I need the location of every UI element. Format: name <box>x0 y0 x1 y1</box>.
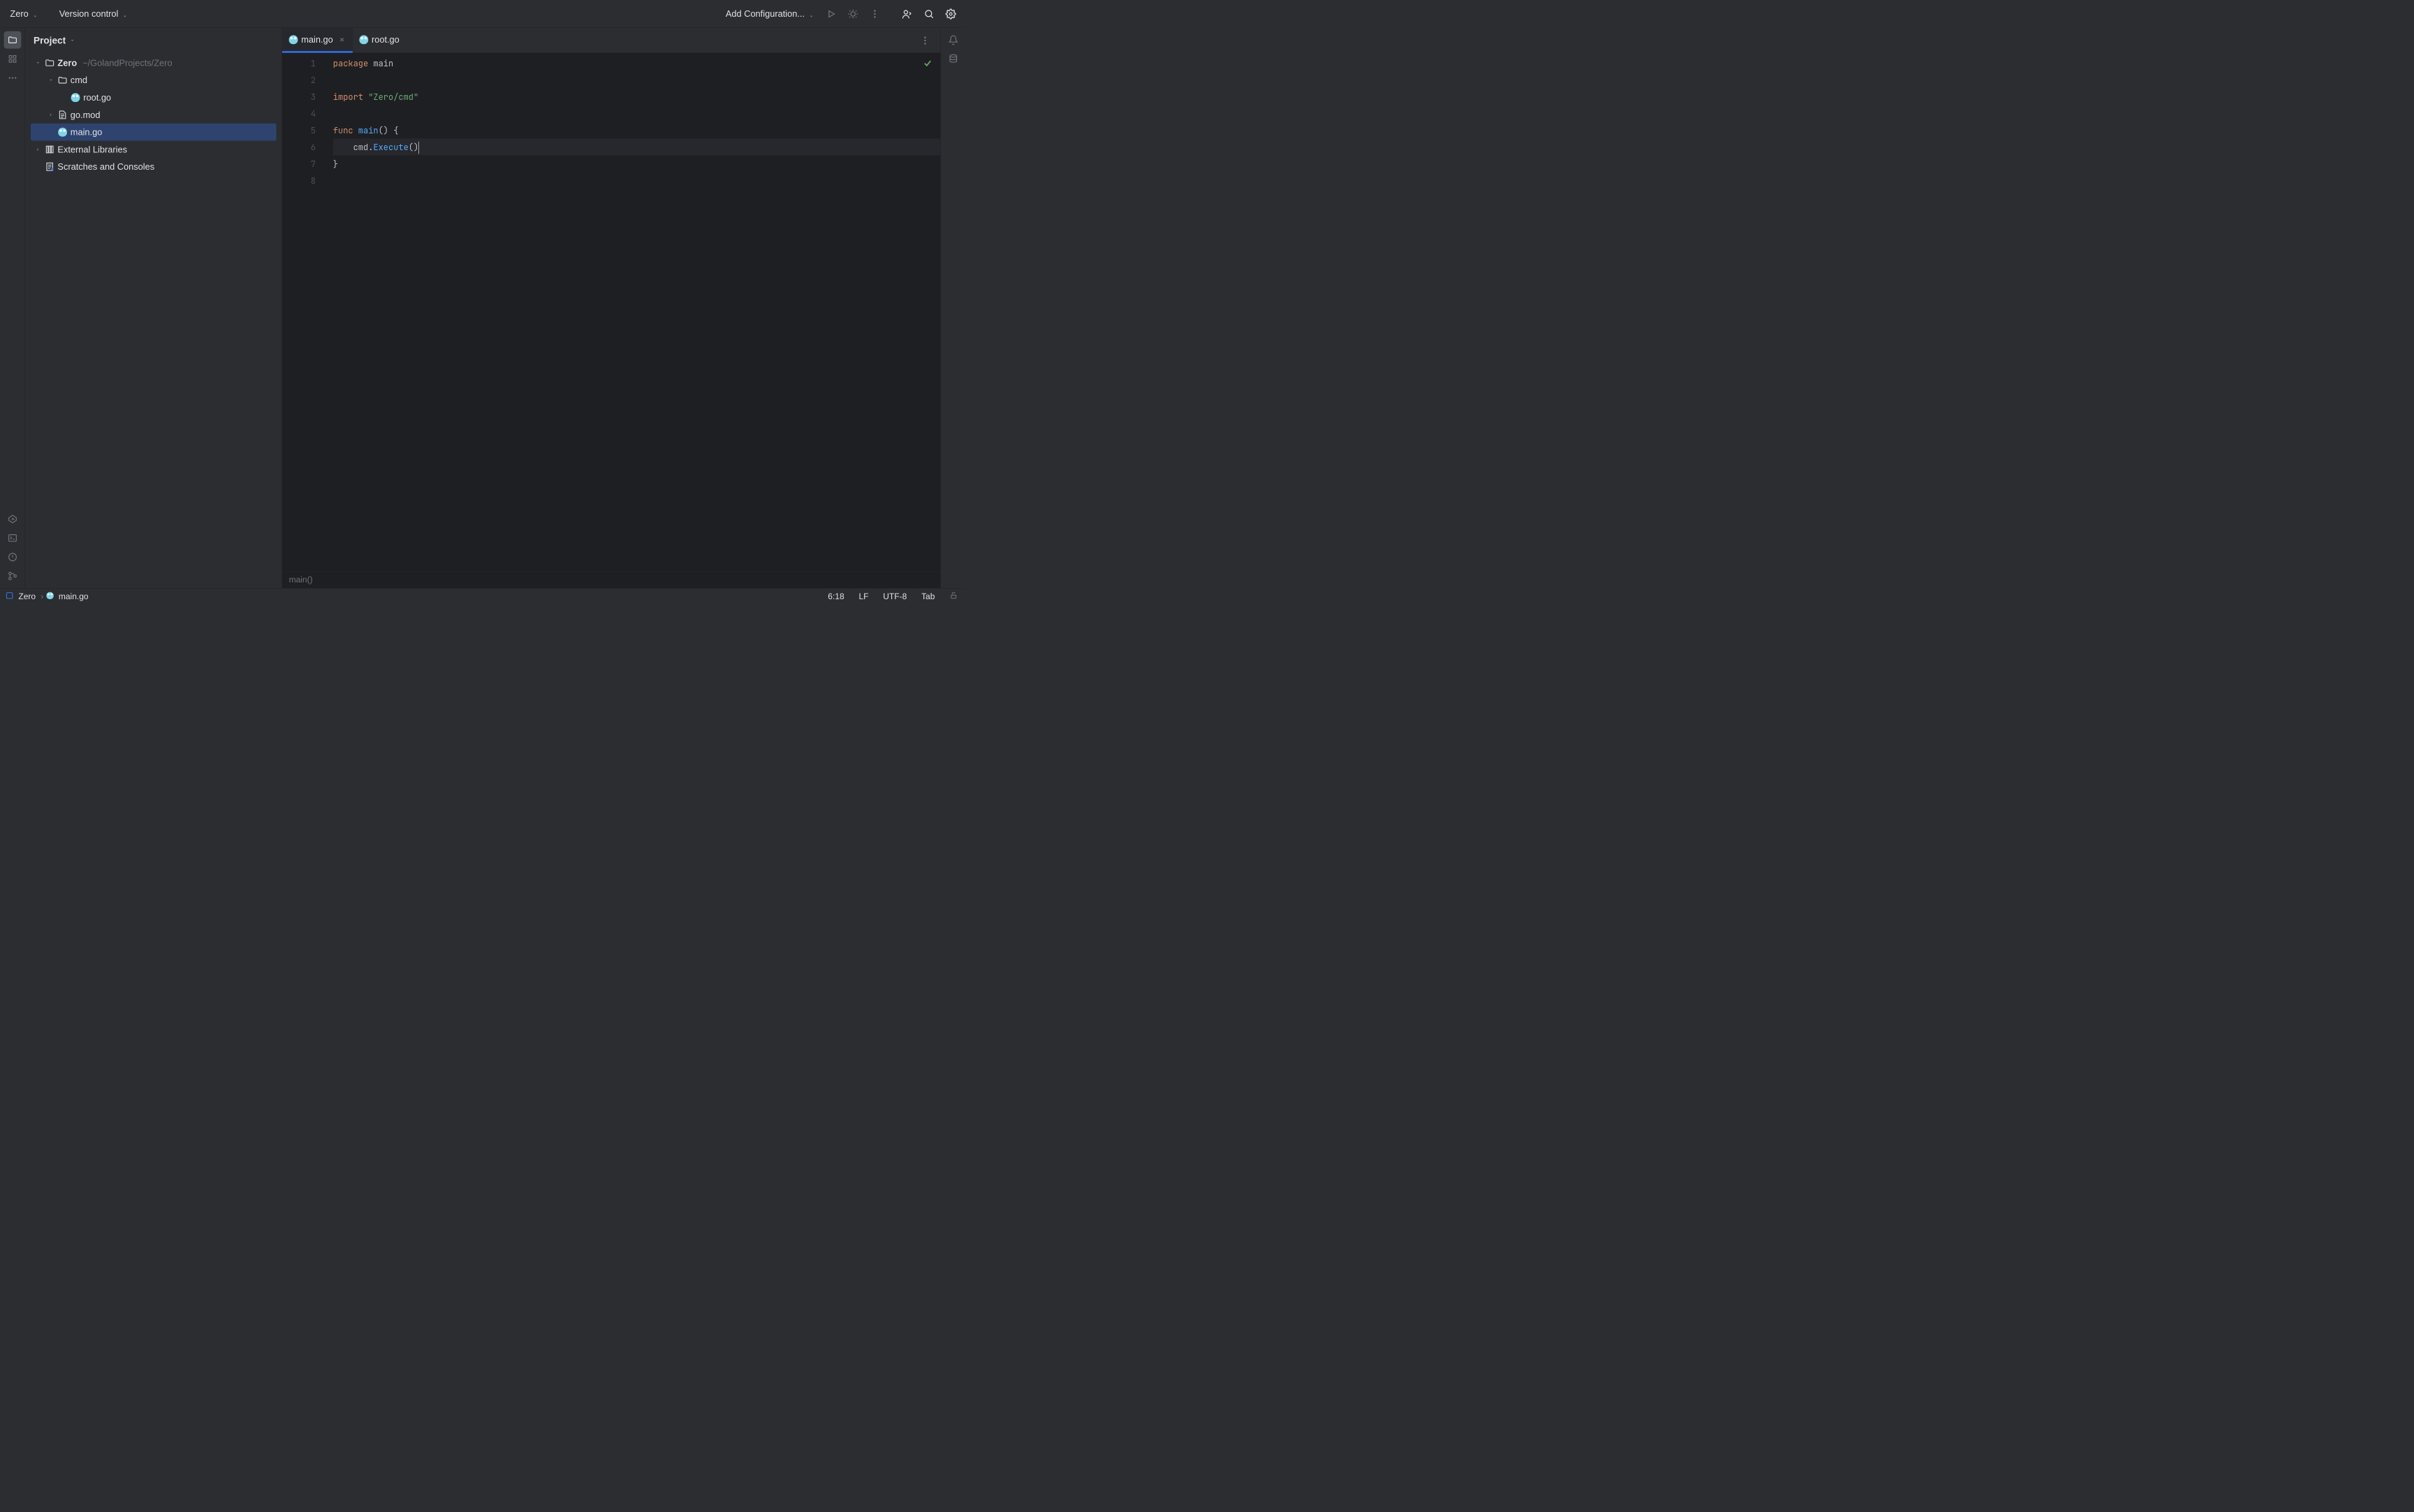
folder-icon <box>57 75 67 85</box>
line-number[interactable]: 4 <box>282 105 321 122</box>
go-file-icon <box>71 92 80 102</box>
status-encoding[interactable]: UTF-8 <box>881 591 909 603</box>
version-control-label: Version control <box>59 8 119 19</box>
line-number[interactable]: 6 <box>282 138 321 155</box>
notifications-tool-button[interactable] <box>944 31 962 49</box>
chevron-right-icon[interactable] <box>34 145 42 153</box>
tab-label: main.go <box>301 34 333 45</box>
project-name-label: Zero <box>10 8 28 19</box>
go-file-icon <box>359 35 368 44</box>
version-control-tool-button[interactable] <box>3 567 21 585</box>
folder-icon <box>45 58 54 68</box>
tree-file-main-go[interactable]: main.go <box>31 124 277 141</box>
library-icon <box>45 145 54 154</box>
run-button[interactable] <box>821 4 841 24</box>
tree-item-label: main.go <box>71 127 103 138</box>
status-project-name[interactable]: Zero <box>16 591 38 603</box>
editor-tabs: main.go root.go <box>282 28 940 53</box>
line-number[interactable]: 8 <box>282 172 321 189</box>
terminal-tool-button[interactable] <box>3 529 21 547</box>
tab-root-go[interactable]: root.go <box>353 28 407 53</box>
settings-button[interactable] <box>941 4 960 24</box>
structure-tool-button[interactable] <box>3 50 21 68</box>
status-caret-position[interactable]: 6:18 <box>826 591 847 603</box>
tree-root-path: ~/GolandProjects/Zero <box>82 58 172 68</box>
tree-item-label: Scratches and Consoles <box>57 161 154 172</box>
tree-file-go-mod[interactable]: go.mod <box>31 106 277 124</box>
code-with-me-button[interactable] <box>898 4 917 24</box>
more-tool-windows-button[interactable] <box>3 69 21 87</box>
chevron-down-icon[interactable] <box>47 76 54 84</box>
project-tool-window: Project Zero ~/GolandProjects/Zero cmd <box>25 28 282 588</box>
tree-folder-cmd[interactable]: cmd <box>31 71 277 89</box>
services-tool-button[interactable] <box>3 511 21 528</box>
tree-project-root[interactable]: Zero ~/GolandProjects/Zero <box>31 54 277 72</box>
tree-item-label: go.mod <box>71 110 101 120</box>
status-file-name[interactable]: main.go <box>57 591 91 603</box>
close-tab-button[interactable] <box>338 36 346 43</box>
chevron-down-icon <box>122 11 128 17</box>
breadcrumb-bar[interactable]: main() <box>282 571 940 588</box>
module-indicator-icon[interactable] <box>6 592 13 601</box>
search-everywhere-button[interactable] <box>919 4 939 24</box>
code-content[interactable]: package main import "Zero/cmd" func main… <box>321 53 940 571</box>
tree-item-label: cmd <box>71 75 87 85</box>
status-line-separator[interactable]: LF <box>856 591 870 603</box>
version-control-button[interactable]: Version control <box>54 6 133 22</box>
scratch-icon <box>45 162 54 172</box>
line-number[interactable]: 3 <box>282 88 321 105</box>
tree-scratches[interactable]: Scratches and Consoles <box>31 158 277 175</box>
project-menu-button[interactable]: Zero <box>5 6 43 22</box>
line-number[interactable]: 5 <box>282 122 321 138</box>
more-actions-button[interactable] <box>865 4 884 24</box>
run-config-selector[interactable]: Add Configuration... <box>721 6 819 22</box>
run-config-label: Add Configuration... <box>726 8 805 19</box>
chevron-down-icon <box>32 11 38 17</box>
tree-root-name: Zero <box>57 58 77 68</box>
readonly-toggle-icon[interactable] <box>947 590 960 603</box>
file-icon <box>57 110 67 119</box>
go-file-icon <box>57 127 67 137</box>
status-indent[interactable]: Tab <box>919 591 937 603</box>
go-file-icon <box>289 35 298 44</box>
line-number[interactable]: 7 <box>282 155 321 172</box>
chevron-right-icon[interactable] <box>47 111 54 119</box>
breadcrumb-item[interactable]: main() <box>289 575 313 585</box>
go-file-icon <box>46 592 53 601</box>
problems-tool-button[interactable] <box>3 548 21 566</box>
code-editor[interactable]: 1 2 3 4 5 6 7 8 package main import "Zer… <box>282 53 940 571</box>
gutter[interactable]: 1 2 3 4 5 6 7 8 <box>282 53 321 571</box>
debug-button[interactable] <box>843 4 863 24</box>
tree-item-label: External Libraries <box>57 145 127 155</box>
text-caret <box>418 142 419 154</box>
project-tool-button[interactable] <box>3 31 21 49</box>
line-number[interactable]: 1 <box>282 54 321 71</box>
tab-label: root.go <box>372 34 400 45</box>
database-tool-button[interactable] <box>944 50 962 68</box>
tree-item-label: root.go <box>83 92 111 103</box>
tree-file-root-go[interactable]: root.go <box>31 89 277 106</box>
project-panel-title: Project <box>34 35 66 46</box>
inspection-status-icon[interactable] <box>923 57 932 74</box>
chevron-down-icon[interactable] <box>70 38 75 43</box>
tab-list-button[interactable] <box>915 31 935 50</box>
chevron-right-icon: › <box>41 592 43 601</box>
tree-external-libraries[interactable]: External Libraries <box>31 141 277 159</box>
chevron-down-icon[interactable] <box>34 59 42 66</box>
tab-main-go[interactable]: main.go <box>282 28 353 53</box>
line-number[interactable]: 2 <box>282 71 321 88</box>
chevron-down-icon <box>809 11 814 17</box>
